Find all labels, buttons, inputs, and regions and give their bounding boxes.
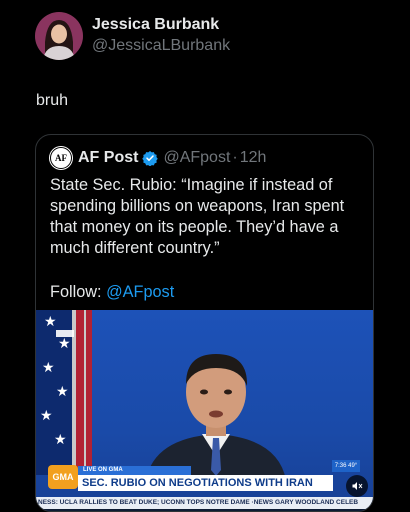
news-headline-bar: SEC. RUBIO ON NEGOTIATIONS WITH IRAN (78, 475, 333, 491)
clock-weather-badge: 7:36 49° (332, 460, 360, 472)
svg-text:★: ★ (40, 408, 53, 424)
us-flag-image: ★ ★ ★ ★ ★ ★ (36, 310, 92, 475)
follow-mention-link[interactable]: @AFpost (106, 283, 174, 301)
svg-text:★: ★ (56, 384, 69, 400)
separator-dot: · (232, 149, 238, 166)
author-handle[interactable]: @JessicaLBurbank (92, 37, 230, 55)
quoted-post-time[interactable]: 12h (240, 149, 267, 167)
quoted-author-handle[interactable]: @AFpost (163, 149, 230, 167)
verified-badge-icon (142, 151, 159, 166)
quoted-post-card[interactable]: AF AF Post @AFpost · 12h State Sec. Rubi… (35, 134, 374, 512)
author-avatar[interactable] (35, 12, 83, 60)
quoted-post-follow-line: Follow: @AFpost (50, 283, 174, 302)
news-ticker: NESS: UCLA RALLIES TO BEAT DUKE; UCONN T… (36, 497, 373, 509)
gma-logo: GMA (48, 465, 78, 489)
post-text: bruh (36, 92, 69, 109)
live-on-gma-strip: LIVE ON GMA (78, 466, 191, 475)
svg-text:★: ★ (44, 314, 57, 330)
quoted-post-header: AF AF Post @AFpost · 12h (50, 147, 266, 169)
author-name[interactable]: Jessica Burbank (92, 16, 219, 34)
svg-text:★: ★ (58, 336, 71, 352)
svg-text:★: ★ (54, 432, 67, 448)
quoted-author-avatar[interactable]: AF (50, 147, 72, 169)
video-player[interactable]: ★ ★ ★ ★ ★ ★ LIVE ON GMA GMA SEC. RUBIO O… (36, 310, 373, 511)
quoted-author-name[interactable]: AF Post (78, 149, 138, 167)
follow-label: Follow: (50, 283, 107, 301)
svg-text:★: ★ (42, 360, 55, 376)
mute-icon (352, 482, 363, 490)
quoted-post-text: State Sec. Rubio: “Imagine if instead of… (50, 176, 345, 257)
speaker-image (146, 354, 286, 480)
mute-button[interactable] (346, 475, 368, 497)
